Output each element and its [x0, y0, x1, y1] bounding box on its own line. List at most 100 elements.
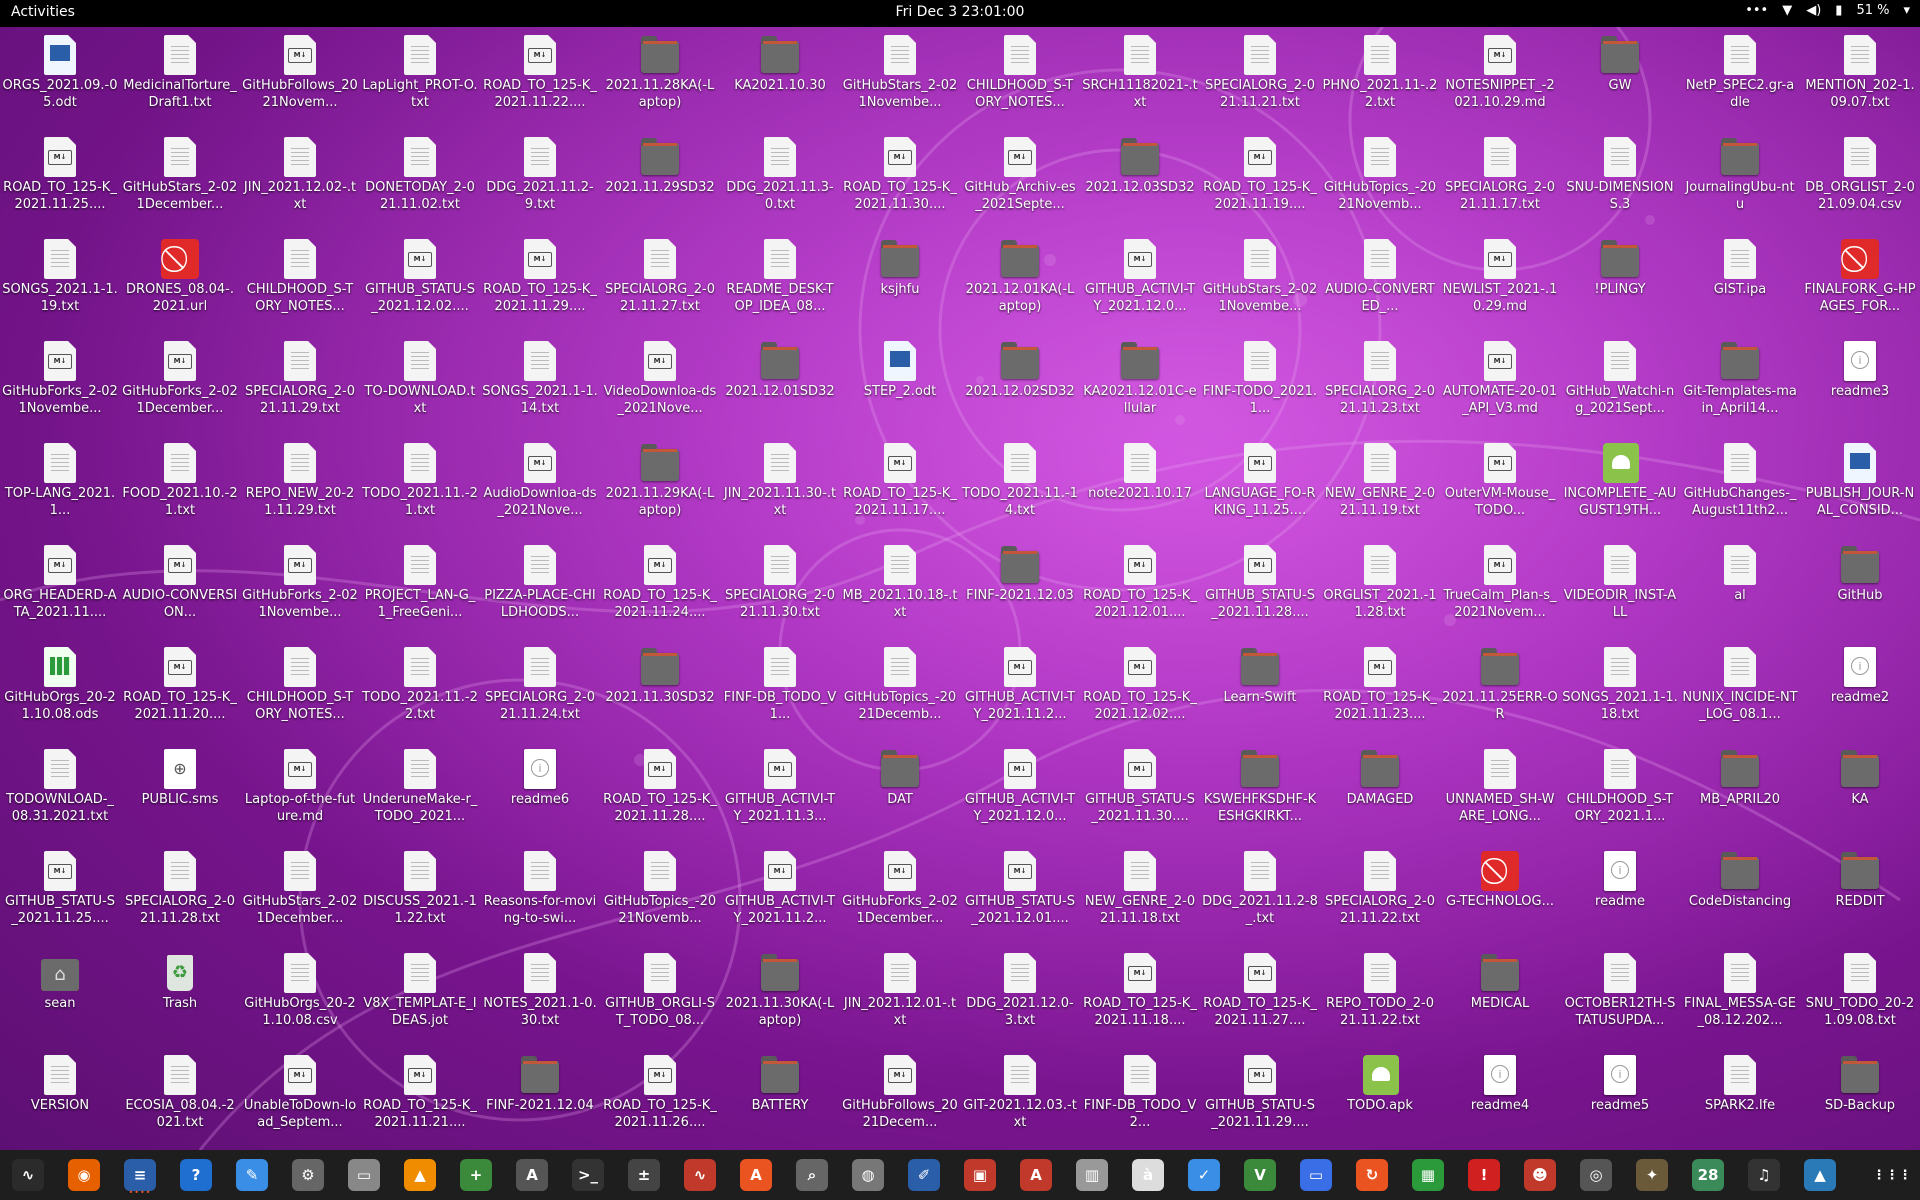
desktop-item[interactable]: 2021.12.01KA(-Laptop): [960, 231, 1080, 333]
desktop-item[interactable]: Git-Templates-main_April14...: [1680, 333, 1800, 435]
desktop-item[interactable]: GITHUB_ORGLI-ST_TODO_08...: [600, 945, 720, 1047]
desktop-item[interactable]: GitHubTopics_-2021Novemb...: [1320, 129, 1440, 231]
desktop-item[interactable]: REPO_NEW_20-21.11.29.txt: [240, 435, 360, 537]
dock-item[interactable]: ▭: [336, 1150, 392, 1200]
desktop-item[interactable]: SPECIALORG_2-021.11.28.txt: [120, 843, 240, 945]
desktop-item[interactable]: GitHubTopics_-2021Novemb...: [600, 843, 720, 945]
desktop-item[interactable]: M↓ GITHUB_STATU-S_2021.12.02....: [360, 231, 480, 333]
desktop-item[interactable]: ⃠DRONES_08.04-.2021.url: [120, 231, 240, 333]
desktop-item[interactable]: GitHubStars_2-021Novembe...: [840, 27, 960, 129]
desktop-item[interactable]: readme3: [1800, 333, 1920, 435]
desktop-item[interactable]: 2021.11.29KA(-Laptop): [600, 435, 720, 537]
desktop-item[interactable]: readme: [1560, 843, 1680, 945]
desktop-item[interactable]: TODO_2021.11.-22.txt: [360, 639, 480, 741]
desktop-item[interactable]: M↓ ROAD_TO_125-K_2021.11.23....: [1320, 639, 1440, 741]
dock-item[interactable]: ▲: [392, 1150, 448, 1200]
desktop-item[interactable]: FINF-DB_TODO_V1...: [720, 639, 840, 741]
desktop-item[interactable]: ⊕ PUBLIC.sms: [120, 741, 240, 843]
desktop-item[interactable]: note2021.10.17: [1080, 435, 1200, 537]
desktop-item[interactable]: Learn-Swift: [1200, 639, 1320, 741]
desktop-item[interactable]: M↓ GitHubForks_2-021Novembe...: [240, 537, 360, 639]
desktop-item[interactable]: ⃠FINALFORK_G-HPAGES_FOR...: [1800, 231, 1920, 333]
desktop-item[interactable]: M↓ UnableToDown-load_Septem...: [240, 1047, 360, 1149]
desktop-item[interactable]: 2021.11.29SD32: [600, 129, 720, 231]
desktop-item[interactable]: M↓ GITHUB_STATU-S_2021.11.25....: [0, 843, 120, 945]
desktop-item[interactable]: GitHubChanges-_August11th2...: [1680, 435, 1800, 537]
desktop-item[interactable]: SPECIALORG_2-021.11.23.txt: [1320, 333, 1440, 435]
desktop-item[interactable]: GIT-2021.12.03.-txt: [960, 1047, 1080, 1149]
desktop-item[interactable]: JIN_2021.11.30-.txt: [720, 435, 840, 537]
desktop-item[interactable]: M↓ GitHubForks_2-021Novembe...: [0, 333, 120, 435]
desktop-item[interactable]: MEDICAL: [1440, 945, 1560, 1047]
desktop-item[interactable]: PROJECT_LAN-G_1_FreeGeni...: [360, 537, 480, 639]
desktop-item[interactable]: readme4: [1440, 1047, 1560, 1149]
show-applications-button[interactable]: ⋮⋮⋮: [1864, 1150, 1920, 1200]
desktop-item[interactable]: TODO.apk: [1320, 1047, 1440, 1149]
desktop-item[interactable]: M↓ ROAD_TO_125-K_2021.11.26....: [600, 1047, 720, 1149]
desktop-item[interactable]: DDG_2021.11.2-9.txt: [480, 129, 600, 231]
desktop-item[interactable]: FINF-DB_TODO_V2...: [1080, 1047, 1200, 1149]
desktop-item[interactable]: 2021.11.30KA(-Laptop): [720, 945, 840, 1047]
desktop-item[interactable]: M↓ GITHUB_ACTIVI-TY_2021.12.0...: [1080, 231, 1200, 333]
desktop-item[interactable]: SPECIALORG_2-021.11.17.txt: [1440, 129, 1560, 231]
desktop-item[interactable]: SPECIALORG_2-021.11.21.txt: [1200, 27, 1320, 129]
desktop-item[interactable]: FINF-2021.12.03: [960, 537, 1080, 639]
desktop-item[interactable]: M↓ ROAD_TO_125-K_2021.12.01....: [1080, 537, 1200, 639]
desktop-item[interactable]: JournalingUbu-ntu: [1680, 129, 1800, 231]
desktop-item[interactable]: GW: [1560, 27, 1680, 129]
desktop-item[interactable]: MENTION_202-1.09.07.txt: [1800, 27, 1920, 129]
desktop-item[interactable]: SPECIALORG_2-021.11.29.txt: [240, 333, 360, 435]
desktop-item[interactable]: M↓ ROAD_TO_125-K_2021.11.18....: [1080, 945, 1200, 1047]
dock-item[interactable]: ▦: [1400, 1150, 1456, 1200]
dock-item[interactable]: ✎: [224, 1150, 280, 1200]
desktop-item[interactable]: NEW_GENRE_2-021.11.19.txt: [1320, 435, 1440, 537]
desktop-item[interactable]: M↓ GitHubFollows_2021Decem...: [840, 1047, 960, 1149]
dock-item[interactable]: ◎: [1568, 1150, 1624, 1200]
desktop-item[interactable]: REPO_TODO_2-021.11.22.txt: [1320, 945, 1440, 1047]
desktop-item[interactable]: VIDEODIR_INST-ALL: [1560, 537, 1680, 639]
desktop-item[interactable]: UnderuneMake-r_TODO_2021...: [360, 741, 480, 843]
desktop-item[interactable]: PIZZA-PLACE-CHILDHOODS...: [480, 537, 600, 639]
desktop-item[interactable]: al: [1680, 537, 1800, 639]
dock-item[interactable]: >_: [560, 1150, 616, 1200]
desktop-item[interactable]: M↓ GitHubForks_2-021December...: [840, 843, 960, 945]
activities-button[interactable]: Activities: [11, 4, 75, 20]
desktop-item[interactable]: MedicinalTorture_Draft1.txt: [120, 27, 240, 129]
desktop-item[interactable]: OCTOBER12TH-STATUSUPDA...: [1560, 945, 1680, 1047]
system-tray[interactable]: ••• ▼ ◀) ▮ 51 % ▾: [1745, 3, 1910, 18]
desktop-item[interactable]: M↓ LANGUAGE_FO-RKING_11.25....: [1200, 435, 1320, 537]
desktop-item[interactable]: SPECIALORG_2-021.11.22.txt: [1320, 843, 1440, 945]
desktop-item[interactable]: VERSION: [0, 1047, 120, 1149]
desktop-item[interactable]: M↓ Laptop-of-the-future.md: [240, 741, 360, 843]
desktop-item[interactable]: M↓ ROAD_TO_125-K_2021.11.28....: [600, 741, 720, 843]
desktop-item[interactable]: NEW_GENRE_2-021.11.18.txt: [1080, 843, 1200, 945]
dock-item[interactable]: ▣: [952, 1150, 1008, 1200]
desktop-item[interactable]: M↓ ORG_HEADERD-ATA_2021.11....: [0, 537, 120, 639]
desktop-item[interactable]: ORGS_2021.09.-05.odt: [0, 27, 120, 129]
desktop-item[interactable]: TODO_2021.11.-14.txt: [960, 435, 1080, 537]
desktop-item[interactable]: JIN_2021.12.02-.txt: [240, 129, 360, 231]
desktop-item[interactable]: FINAL_MESSA-GE_08.12.202...: [1680, 945, 1800, 1047]
desktop-item[interactable]: 2021.11.30SD32: [600, 639, 720, 741]
desktop-item[interactable]: KA2021.12.01C-ellular: [1080, 333, 1200, 435]
desktop-item[interactable]: GitHubStars_2-021Novembe...: [1200, 231, 1320, 333]
desktop-item[interactable]: SPECIALORG_2-021.11.27.txt: [600, 231, 720, 333]
desktop-item[interactable]: CodeDistancing: [1680, 843, 1800, 945]
desktop-item[interactable]: TODOWNLOAD-_08.31.2021.txt: [0, 741, 120, 843]
desktop-item[interactable]: 2021.11.25ERR-OR: [1440, 639, 1560, 741]
desktop-item[interactable]: GitHubOrgs_20-21.10.08.csv: [240, 945, 360, 1047]
desktop-item[interactable]: M↓ GITHUB_ACTIVI-TY_2021.11.2...: [960, 639, 1080, 741]
desktop-item[interactable]: NUNIX_INCIDE-NT_LOG_08.1...: [1680, 639, 1800, 741]
desktop-item[interactable]: M↓ VideoDownloa-ds_2021Nove...: [600, 333, 720, 435]
desktop-item[interactable]: DDG_2021.12.0-3.txt: [960, 945, 1080, 1047]
desktop-item[interactable]: V8X_TEMPLAT-E_IDEAS.jot: [360, 945, 480, 1047]
desktop-item[interactable]: readme6: [480, 741, 600, 843]
clock[interactable]: Fri Dec 3 23:01:00: [896, 4, 1025, 20]
desktop-item[interactable]: BATTERY: [720, 1047, 840, 1149]
desktop-item[interactable]: DAT: [840, 741, 960, 843]
desktop-item[interactable]: 2021.12.01SD32: [720, 333, 840, 435]
dock-item[interactable]: ✓: [1176, 1150, 1232, 1200]
dock-item[interactable]: ↻: [1344, 1150, 1400, 1200]
desktop-item[interactable]: TODO_2021.11.-21.txt: [360, 435, 480, 537]
desktop-item[interactable]: M↓ NEWLIST_2021-.10.29.md: [1440, 231, 1560, 333]
